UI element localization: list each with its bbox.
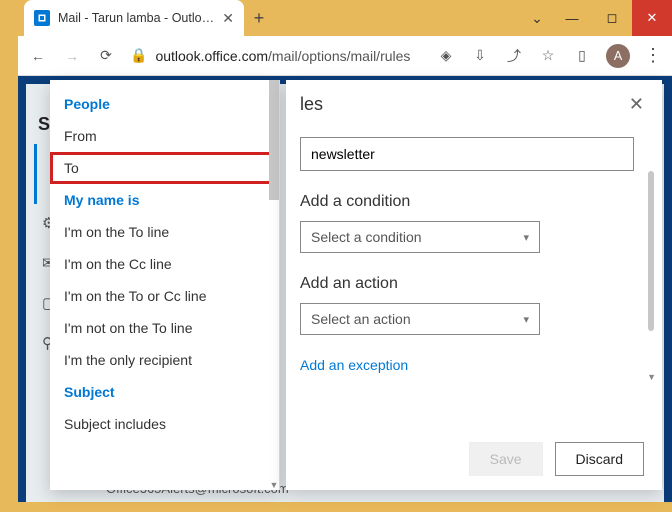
- profile-avatar[interactable]: A: [606, 44, 630, 68]
- rule-name-input[interactable]: [300, 137, 634, 171]
- chevron-down-icon: ▾: [523, 231, 529, 244]
- forward-button: →: [62, 46, 82, 66]
- modal-scrollbar[interactable]: [648, 171, 654, 331]
- action-select[interactable]: Select an action ▾: [300, 303, 540, 335]
- browser-toolbar: ← → ⟳ 🔒 outlook.office.com/mail/options/…: [18, 36, 672, 76]
- menu-icon[interactable]: ⋮: [644, 45, 662, 66]
- tab-close-icon[interactable]: ✕: [222, 10, 234, 27]
- dropdown-header-people: People: [50, 88, 279, 120]
- dropdown-item-to[interactable]: To: [50, 152, 279, 184]
- condition-label: Add a condition: [300, 193, 634, 211]
- discard-button[interactable]: Discard: [555, 442, 644, 476]
- install-icon[interactable]: ⇩: [470, 46, 490, 66]
- condition-select[interactable]: Select a condition ▾: [300, 221, 540, 253]
- dropdown-scrollbar[interactable]: [269, 80, 279, 200]
- close-icon[interactable]: ✕: [629, 94, 644, 115]
- modal-scroll-down-icon[interactable]: ▼: [647, 372, 656, 382]
- titlebar: Mail - Tarun lamba - Outlook ✕ + ⌄ — ◻ ✕: [18, 0, 672, 36]
- save-button: Save: [469, 442, 543, 476]
- modal-title-fragment: les: [300, 94, 323, 115]
- dropdown-item-on-cc[interactable]: I'm on the Cc line: [50, 248, 279, 280]
- tab-overflow-icon[interactable]: ⌄: [522, 0, 552, 36]
- address-bar[interactable]: 🔒 outlook.office.com/mail/options/mail/r…: [130, 47, 422, 64]
- dropdown-item-on-to[interactable]: I'm on the To line: [50, 216, 279, 248]
- extension-icon[interactable]: ◈: [436, 46, 456, 66]
- browser-tab[interactable]: Mail - Tarun lamba - Outlook ✕: [24, 0, 244, 36]
- rules-modal: les ✕ ▼ Add a condition Select a conditi…: [286, 80, 662, 490]
- tab-title: Mail - Tarun lamba - Outlook: [58, 11, 214, 25]
- action-label: Add an action: [300, 275, 634, 293]
- share-icon[interactable]: ⤴: [504, 46, 524, 66]
- selection-indicator: [34, 144, 37, 204]
- dropdown-item-only-recipient[interactable]: I'm the only recipient: [50, 344, 279, 376]
- outlook-favicon: [34, 10, 50, 26]
- back-button[interactable]: ←: [28, 46, 48, 66]
- dropdown-scroll-down-icon[interactable]: ▼: [269, 480, 279, 490]
- dropdown-item-not-on-to[interactable]: I'm not on the To line: [50, 312, 279, 344]
- lock-icon: 🔒: [130, 47, 147, 64]
- window-minimize-button[interactable]: —: [552, 0, 592, 36]
- condition-dropdown-panel: ▼ People From To My name is I'm on the T…: [50, 80, 280, 490]
- add-exception-link[interactable]: Add an exception: [300, 357, 408, 373]
- condition-placeholder: Select a condition: [311, 229, 422, 245]
- reload-button[interactable]: ⟳: [96, 46, 116, 66]
- window-maximize-button[interactable]: ◻: [592, 0, 632, 36]
- dropdown-item-on-to-or-cc[interactable]: I'm on the To or Cc line: [50, 280, 279, 312]
- dropdown-item-from[interactable]: From: [50, 120, 279, 152]
- action-placeholder: Select an action: [311, 311, 411, 327]
- url-host: outlook.office.com: [155, 48, 268, 64]
- url-path: /mail/options/mail/rules: [268, 48, 410, 64]
- dropdown-item-subject-includes[interactable]: Subject includes: [50, 408, 279, 440]
- browser-window: Mail - Tarun lamba - Outlook ✕ + ⌄ — ◻ ✕…: [18, 0, 672, 502]
- sidepanel-icon[interactable]: ▯: [572, 46, 592, 66]
- dropdown-header-myname: My name is: [50, 184, 279, 216]
- chevron-down-icon: ▾: [523, 313, 529, 326]
- new-tab-button[interactable]: +: [244, 0, 274, 36]
- dropdown-header-subject: Subject: [50, 376, 279, 408]
- window-close-button[interactable]: ✕: [632, 0, 672, 36]
- bookmark-icon[interactable]: ☆: [538, 46, 558, 66]
